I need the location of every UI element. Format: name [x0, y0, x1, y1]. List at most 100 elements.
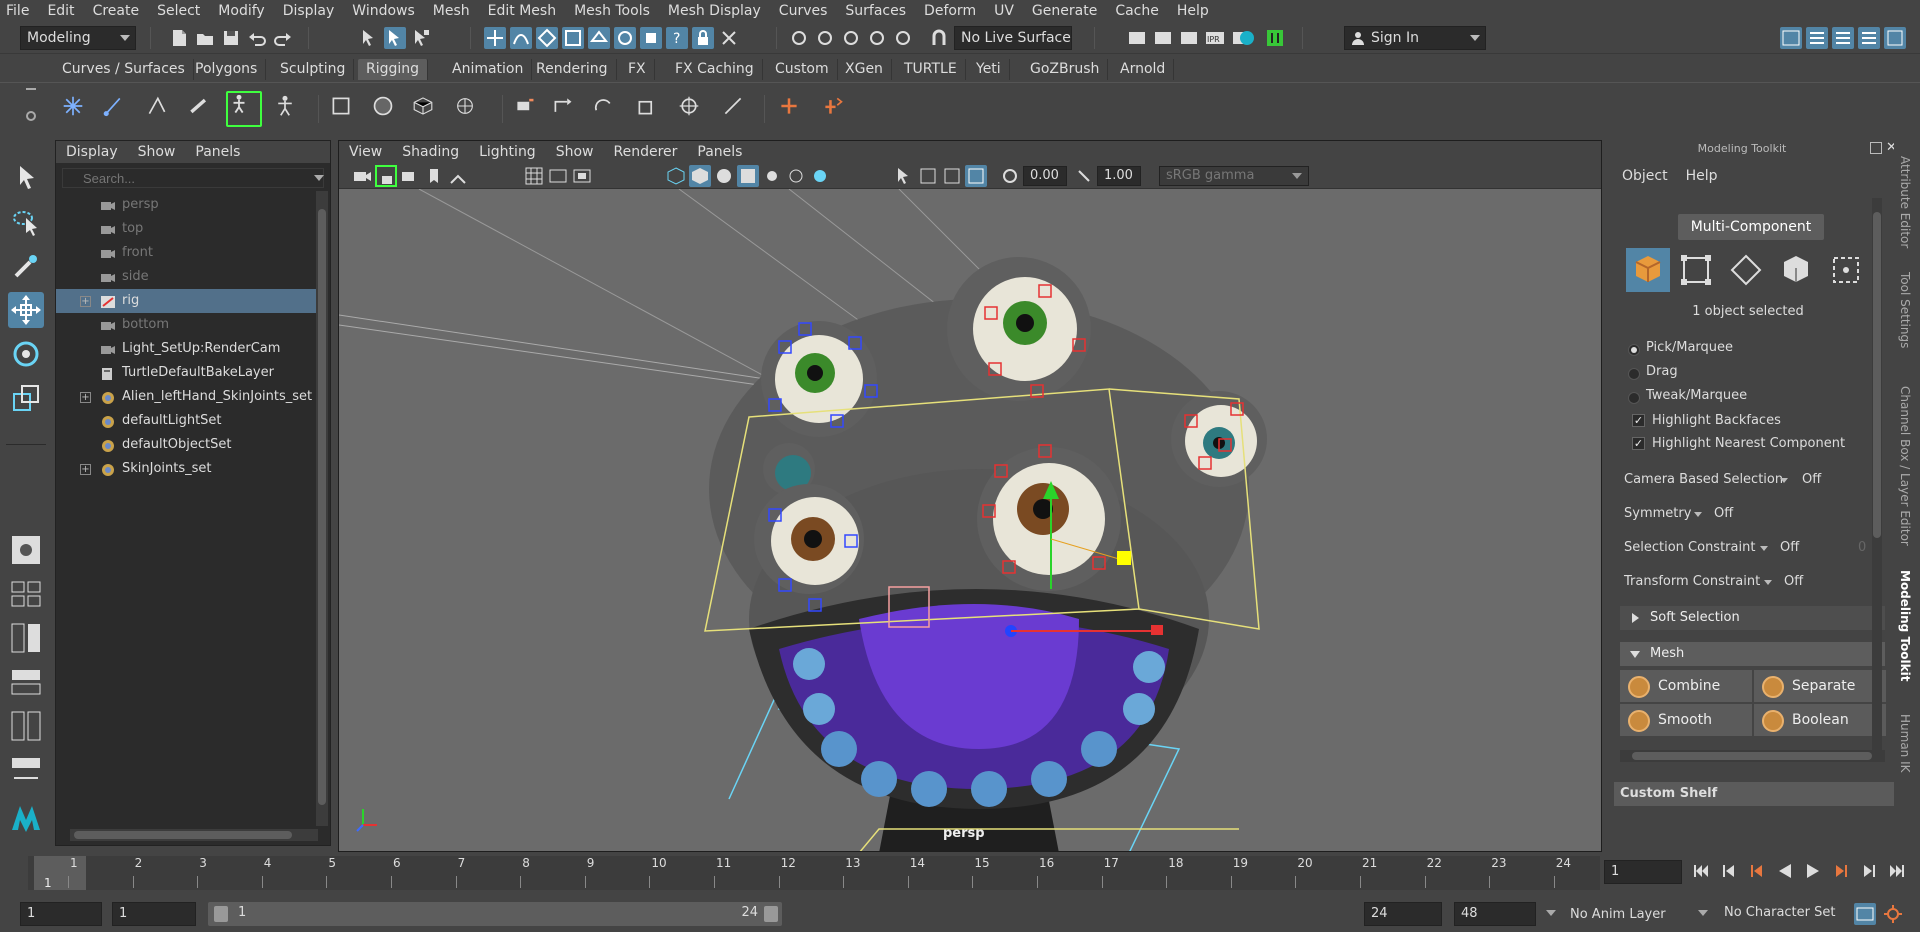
paint-weights-icon[interactable] [372, 95, 398, 121]
shelf-tab-gozbrush[interactable]: GoZBrush [1022, 59, 1109, 80]
playback-range-bar[interactable]: 1 24 [208, 902, 782, 926]
paint-select-tool-icon[interactable] [8, 248, 44, 284]
shelf-tab-sculpting[interactable]: Sculpting [272, 59, 355, 80]
highlight-backfaces-checkbox[interactable]: ✓ [1632, 414, 1645, 427]
use-default-material-icon[interactable] [713, 165, 735, 187]
select-tool-icon[interactable] [8, 160, 44, 196]
menu-uv[interactable]: UV [985, 0, 1023, 22]
object-mode-icon[interactable] [1626, 248, 1670, 292]
float-panel-icon[interactable] [1870, 142, 1882, 154]
playback-start-field[interactable]: 1 [112, 902, 196, 926]
locator-constraint-icon[interactable] [822, 95, 848, 121]
menu-surfaces[interactable]: Surfaces [836, 0, 915, 22]
film-gate-icon[interactable] [547, 165, 569, 187]
combine-button[interactable]: Combine [1620, 670, 1752, 702]
resolution-gate-icon[interactable] [571, 165, 593, 187]
auto-key-icon[interactable] [1854, 903, 1876, 925]
scale-constraint-icon[interactable] [636, 95, 662, 121]
playback-end-field[interactable]: 24 [1364, 902, 1442, 926]
selection-constraint-value[interactable]: Off [1780, 540, 1799, 555]
exposure-icon[interactable] [999, 165, 1021, 187]
locator-icon[interactable] [778, 95, 804, 121]
transform-constraint-value[interactable]: Off [1784, 574, 1803, 589]
four-pane-layout-icon[interactable] [8, 576, 44, 612]
chevron-down-icon[interactable] [1760, 546, 1768, 551]
edge-mode-icon[interactable] [1724, 248, 1768, 292]
shelf-tab-curves-surfaces[interactable]: Curves / Surfaces [54, 59, 194, 80]
toolkit-menu-object[interactable]: Object [1622, 168, 1668, 184]
workspace-layout-icon[interactable] [1780, 27, 1802, 49]
workspace-dropdown[interactable]: Modeling [20, 26, 136, 50]
shadows-icon[interactable] [785, 165, 807, 187]
timeline-layout-icon[interactable] [8, 752, 44, 788]
play-backward-icon[interactable] [1774, 860, 1796, 882]
viewport-panel[interactable]: View Shading Lighting Show Renderer Panels 0.… [338, 140, 1602, 852]
orient-constraint-icon[interactable] [592, 95, 618, 121]
shelf-tab-xgen[interactable]: XGen [837, 59, 892, 80]
smooth-shade-icon[interactable] [689, 165, 711, 187]
lattice-icon[interactable] [412, 95, 442, 121]
menu-deform[interactable]: Deform [915, 0, 985, 22]
vertex-mode-icon[interactable] [1674, 248, 1718, 292]
animation-end-field[interactable]: 48 [1454, 902, 1536, 926]
menu-edit-mesh[interactable]: Edit Mesh [479, 0, 565, 22]
render-sequence-icon[interactable] [1152, 27, 1174, 49]
outliner-item[interactable]: + Alien_leftHand_SkinJoints_set [56, 385, 316, 409]
scrollbar-thumb[interactable] [74, 831, 292, 839]
isolate-select-icon[interactable] [893, 165, 915, 187]
side-tab-tool-settings[interactable]: Tool Settings [1898, 272, 1912, 348]
face-mode-icon[interactable] [1774, 248, 1818, 292]
outliner-item[interactable]: bottom [56, 313, 316, 337]
snap-center-icon[interactable] [640, 27, 662, 49]
chevron-down-icon[interactable] [1698, 910, 1708, 916]
shelf-tab-rendering[interactable]: Rendering [528, 59, 617, 80]
menu-modify[interactable]: Modify [209, 0, 273, 22]
snap-plane-icon[interactable] [840, 27, 862, 49]
step-back-key-icon[interactable] [1746, 860, 1768, 882]
menu-generate[interactable]: Generate [1023, 0, 1106, 22]
camera-attributes-icon[interactable] [399, 165, 421, 187]
shelf-menu-icon[interactable] [26, 88, 36, 90]
toolkit-horizontal-scrollbar[interactable] [1620, 750, 1885, 762]
outliner-horizontal-scrollbar[interactable] [70, 829, 318, 841]
viewport-menu-view[interactable]: View [339, 141, 392, 163]
scale-tool-icon[interactable] [8, 380, 44, 416]
quick-rig-icon[interactable] [226, 91, 262, 127]
outliner-item[interactable]: + rig [56, 289, 316, 313]
menu-create[interactable]: Create [84, 0, 149, 22]
new-scene-icon[interactable] [168, 27, 190, 49]
gamma-icon[interactable] [1073, 165, 1095, 187]
select-component-icon[interactable] [410, 27, 432, 49]
outliner-item[interactable]: TurtleDefaultBakeLayer [56, 361, 316, 385]
outliner-item[interactable]: persp [56, 193, 316, 217]
snap-grid-icon[interactable] [484, 27, 506, 49]
shelf-tab-rigging[interactable]: Rigging [358, 59, 429, 80]
menu-edit[interactable]: Edit [38, 0, 83, 22]
outliner-vertical-scrollbar[interactable] [316, 191, 328, 826]
redo-icon[interactable] [272, 27, 294, 49]
animation-preferences-icon[interactable] [1882, 903, 1904, 925]
outliner-item[interactable]: front [56, 241, 316, 265]
pick-marquee-radio[interactable] [1628, 344, 1640, 356]
make-live-icon[interactable] [718, 27, 740, 49]
human-ik-icon[interactable] [274, 95, 300, 121]
chevron-down-icon[interactable] [1694, 512, 1702, 517]
animation-start-field[interactable]: 1 [20, 902, 102, 926]
step-forward-key-icon[interactable] [1830, 860, 1852, 882]
toolkit-vertical-scrollbar[interactable] [1872, 198, 1882, 758]
channel-box-toggle-icon[interactable] [1858, 27, 1880, 49]
help-icon[interactable]: ? [666, 27, 688, 49]
graph-layout-icon[interactable] [8, 708, 44, 744]
construction-history-icon[interactable] [814, 27, 836, 49]
smooth-button[interactable]: Smooth [1620, 704, 1752, 736]
symmetry-value[interactable]: Off [1714, 506, 1733, 521]
go-to-start-icon[interactable] [1690, 860, 1712, 882]
step-back-icon[interactable] [1718, 860, 1740, 882]
expand-toggle-icon[interactable]: + [80, 296, 91, 307]
select-hierarchy-icon[interactable] [358, 27, 380, 49]
go-to-end-icon[interactable] [1886, 860, 1908, 882]
snap-live-icon[interactable] [588, 27, 610, 49]
anim-layer-dropdown[interactable]: No Anim Layer [1570, 907, 1666, 922]
side-tab-attribute-editor[interactable]: Attribute Editor [1898, 156, 1912, 248]
menu-windows[interactable]: Windows [343, 0, 424, 22]
